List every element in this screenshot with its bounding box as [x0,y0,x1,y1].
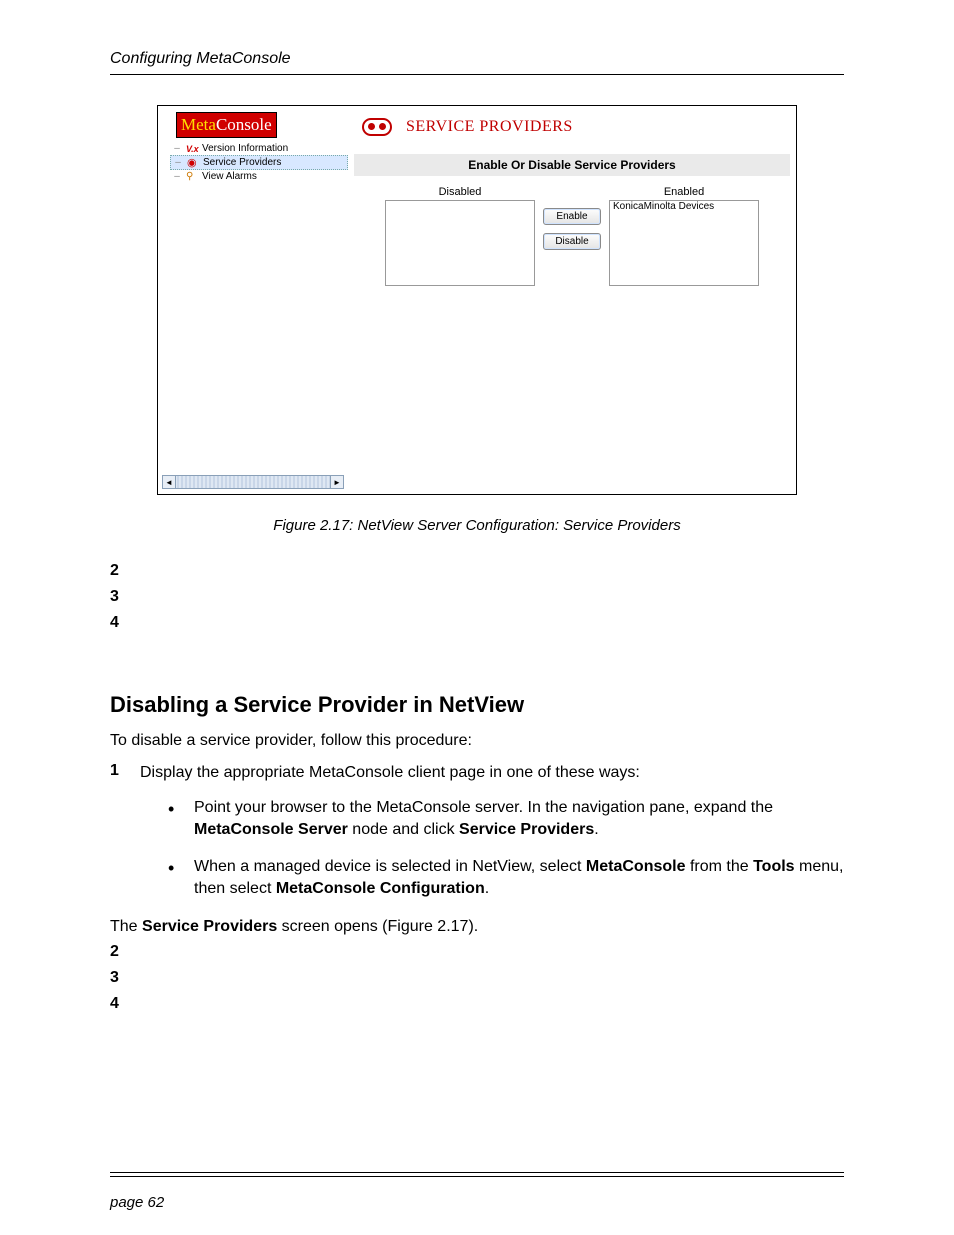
nav-item-version-information[interactable]: – V.x Version Information [170,142,348,155]
enabled-listbox[interactable]: KonicaMinolta Devices [609,200,759,286]
eye-icon: ◉ [187,158,199,168]
enabled-column: Enabled KonicaMinolta Devices [609,186,759,286]
step-number: 2 [110,562,844,580]
step-number: 2 [110,943,844,961]
bullet-bold: MetaConsole Server [194,821,348,838]
tree-branch-icon: – [172,171,182,182]
step-number: 4 [110,614,844,632]
footer-rule-top [110,1172,844,1173]
step-1-bullets: Point your browser to the MetaConsole se… [168,797,844,899]
text: screen opens (Figure 2.17). [277,918,478,935]
figure-caption: Figure 2.17: NetView Server Configuratio… [157,517,797,534]
nav-item-view-alarms[interactable]: – ⚲ View Alarms [170,170,348,183]
footer-rule-bottom [110,1176,844,1177]
section-after-bullets: The Service Providers screen opens (Figu… [110,916,844,938]
bullet-text: . [594,821,598,838]
content-pane: SERVICE PROVIDERS Enable Or Disable Serv… [348,106,796,494]
step-1-text: Display the appropriate MetaConsole clie… [140,762,640,784]
enable-button[interactable]: Enable [543,208,601,225]
tree-branch-icon: – [172,143,182,154]
bullet-item: When a managed device is selected in Net… [168,856,844,899]
header-rule [110,74,844,75]
nav-pane: MetaConsole – V.x Version Information – … [158,106,348,494]
panel-section-bar: Enable Or Disable Service Providers [354,154,790,176]
text-bold: Service Providers [142,918,277,935]
step-number-list-a: 2 3 4 [110,562,844,632]
service-providers-icon [362,118,392,136]
list-item[interactable]: KonicaMinolta Devices [610,201,758,212]
brand-console: Console [216,115,272,134]
panel-title: SERVICE PROVIDERS [406,118,573,136]
section-intro: To disable a service provider, follow th… [110,730,844,752]
bullet-text: node and click [348,821,459,838]
nav-horizontal-scrollbar[interactable]: ◄ ► [162,475,344,489]
nav-label: Service Providers [203,157,281,168]
bullet-item: Point your browser to the MetaConsole se… [168,797,844,840]
transfer-buttons: Enable Disable [535,186,609,250]
scroll-left-arrow-icon[interactable]: ◄ [162,475,176,489]
bullet-bold: MetaConsole [586,858,686,875]
disabled-column-label: Disabled [439,186,482,198]
bullet-bold: MetaConsole Configuration [276,880,485,897]
bullet-text: from the [686,858,754,875]
disabled-column: Disabled [385,186,535,286]
section-title: Disabling a Service Provider in NetView [110,692,844,718]
bullet-text: . [485,880,489,897]
step-number: 3 [110,969,844,987]
step-1-number: 1 [110,762,126,784]
enable-disable-grid: Disabled Enable Disable Enabled KonicaMi… [354,186,790,286]
nav-label: Version Information [202,143,288,154]
nav-item-service-providers[interactable]: – ◉ Service Providers [170,155,348,170]
running-head: Configuring MetaConsole [110,50,844,68]
step-number: 3 [110,588,844,606]
scroll-right-arrow-icon[interactable]: ► [330,475,344,489]
version-icon: V.x [186,144,198,154]
alarm-icon: ⚲ [186,172,198,182]
nav-label: View Alarms [202,171,257,182]
bullet-text: When a managed device is selected in Net… [194,858,586,875]
panel-header: SERVICE PROVIDERS [354,112,790,154]
brand-meta: Meta [181,115,216,134]
enabled-column-label: Enabled [664,186,704,198]
text: The [110,918,142,935]
step-number: 4 [110,995,844,1013]
nav-tree: – V.x Version Information – ◉ Service Pr… [158,142,348,183]
bullet-bold: Service Providers [459,821,594,838]
disable-button[interactable]: Disable [543,233,601,250]
bullet-bold: Tools [753,858,794,875]
step-1: 1 Display the appropriate MetaConsole cl… [110,762,844,784]
brand-logo: MetaConsole [176,112,277,138]
page-number: page 62 [110,1194,164,1211]
app-frame: MetaConsole – V.x Version Information – … [157,105,797,495]
tree-branch-icon: – [173,157,183,168]
bullet-text: Point your browser to the MetaConsole se… [194,799,773,816]
step-number-list-b: 2 3 4 [110,943,844,1013]
disabled-listbox[interactable] [385,200,535,286]
figure-2-17: MetaConsole – V.x Version Information – … [157,105,797,534]
